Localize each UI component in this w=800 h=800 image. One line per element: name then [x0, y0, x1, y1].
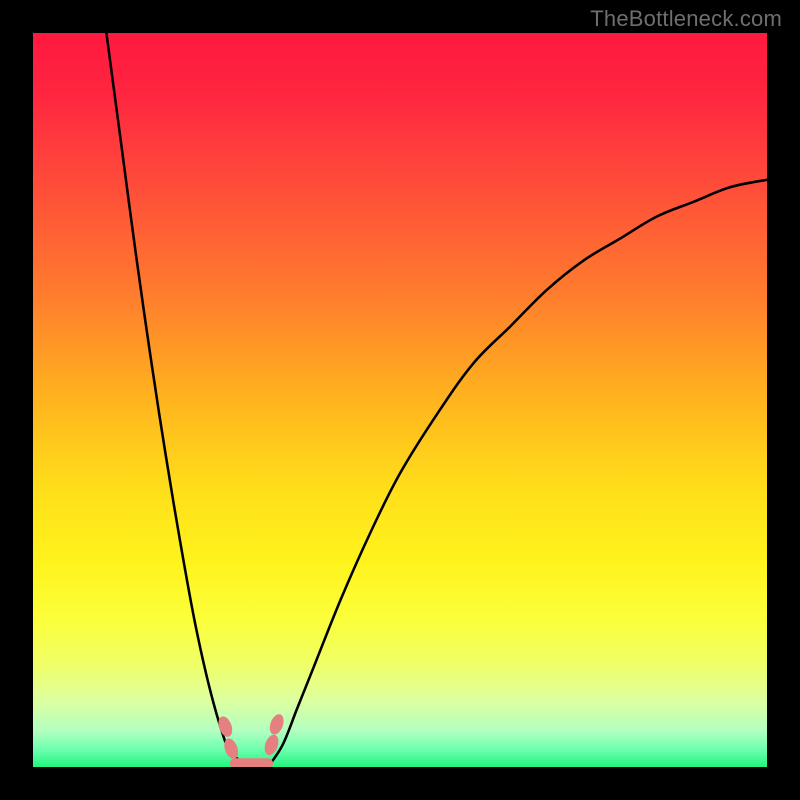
- chart-frame: TheBottleneck.com: [0, 0, 800, 800]
- left-curve: [106, 33, 253, 767]
- right-curve: [268, 180, 767, 767]
- watermark-text: TheBottleneck.com: [590, 6, 782, 32]
- markers: [216, 712, 286, 760]
- plot-area: [33, 33, 767, 767]
- curves-layer: [33, 33, 767, 767]
- marker-right-upper: [267, 712, 286, 736]
